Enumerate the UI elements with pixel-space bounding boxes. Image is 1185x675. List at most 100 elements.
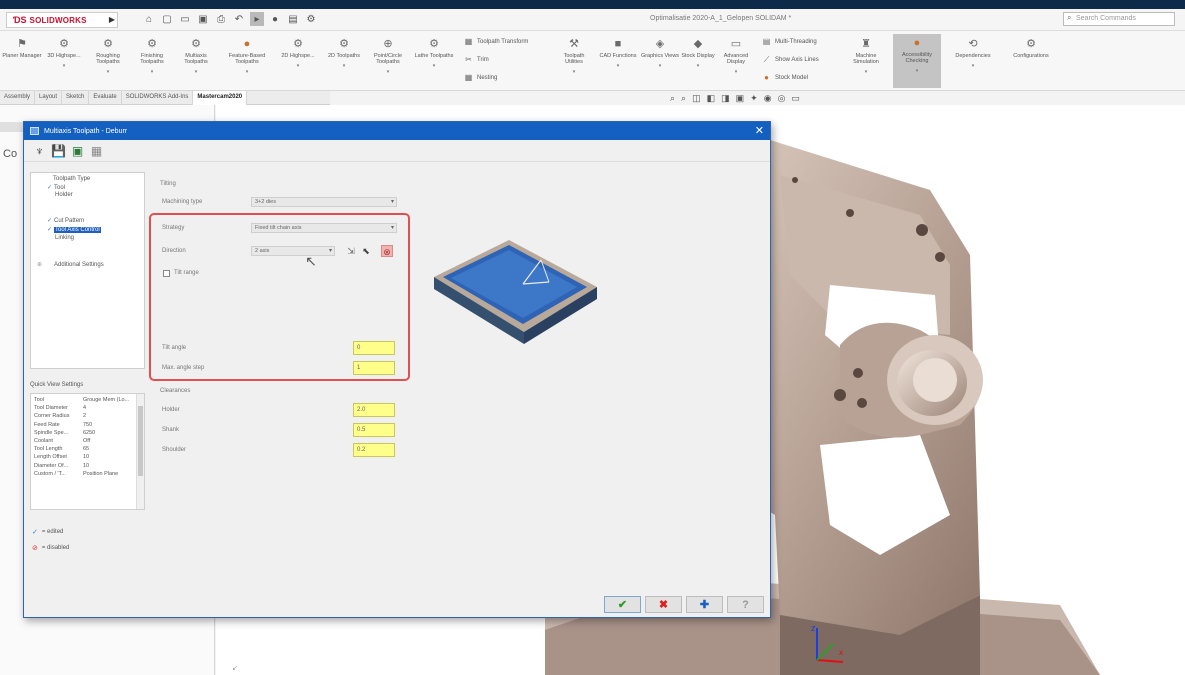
tree-item-holder[interactable]: Holder [55, 192, 73, 198]
ribbon-toolpath-utilities[interactable]: ⚒ Toolpath Utilities ▾ [554, 35, 594, 75]
ribbon-machine-simulation[interactable]: ♜ Machine Simulation ▾ [846, 35, 886, 75]
ribbon-show-axis-lines[interactable]: ⟋ Show Axis Lines [762, 55, 819, 65]
quick-access-toolbar: ⌂ ▢ ▭ ▣ ⎙ ↶ ▸ ● ▤ ⚙ [142, 11, 318, 27]
ribbon-toolpath-transform[interactable]: ▦ Toolpath Transform [464, 37, 529, 46]
max-angle-step-input[interactable]: 1 [353, 361, 395, 375]
save-icon[interactable]: ▣ [196, 12, 210, 26]
view-icon[interactable]: ▦ [89, 143, 104, 159]
strategy-select[interactable]: Fixed tilt chain axis ▾ [251, 223, 397, 233]
ribbon-nesting[interactable]: ▦ Nesting [464, 73, 498, 82]
direction-select[interactable]: 2 axis ▾ [251, 246, 335, 256]
tree-item-tool-axis-control[interactable]: ✓ Tool Axis Control [47, 226, 101, 233]
cancel-button[interactable]: ✖ [645, 596, 682, 613]
ribbon-3d-highspeed[interactable]: ⚙ 3D Highspe... ▾ [44, 35, 84, 69]
file-properties-icon[interactable]: ▤ [286, 12, 300, 26]
select-icon[interactable]: ▸ [250, 12, 264, 26]
tab-solidworks-add-ins[interactable]: SOLIDWORKS Add-Ins [122, 91, 194, 105]
search-commands-input[interactable]: Search Commands [1063, 12, 1175, 26]
hide-show-icon[interactable]: ✦ [750, 93, 758, 104]
apply-button[interactable]: ✚ [686, 596, 723, 613]
tab-mastercam[interactable]: Mastercam2020 [193, 91, 248, 105]
nesting-icon: ▦ [464, 73, 473, 82]
ribbon-multiaxis[interactable]: ⚙ Multiaxis Toolpaths ▾ [176, 35, 216, 75]
shoulder-clearance-label: Shoulder [162, 447, 187, 453]
shank-clearance-input[interactable]: 0.5 [353, 423, 395, 437]
tab-sketch[interactable]: Sketch [62, 91, 90, 105]
ribbon-advanced-display[interactable]: ▭ Advanced Display ▾ [716, 35, 756, 75]
shoulder-clearance-input[interactable]: 0.2 [353, 443, 395, 457]
ribbon-stock-model[interactable]: ● Stock Model [762, 73, 808, 82]
view-settings-icon[interactable]: ▭ [791, 93, 800, 104]
stock-model-icon: ● [764, 73, 769, 82]
ribbon-2d-highspeed[interactable]: ⚙ 2D Highspe... ▾ [278, 35, 318, 69]
tilt-range-checkbox[interactable] [163, 270, 170, 277]
strategy-highlight-box [149, 213, 410, 381]
solidworks-logo[interactable]: ƊS SOLIDWORKS ▶ [6, 12, 118, 28]
tree-item-cut-pattern[interactable]: ✓ Cut Pattern [47, 217, 84, 224]
quick-view-row: Length Offset 10 [34, 454, 90, 461]
ribbon-cad-functions[interactable]: ■ CAD Functions ▾ [598, 35, 638, 69]
ribbon-stock-display[interactable]: ◆ Stock Display ▾ [678, 35, 718, 69]
tool-icon[interactable]: ♆ [32, 143, 47, 159]
reverse-direction-icon[interactable]: ⊗ [381, 245, 393, 257]
ribbon-configurations[interactable]: ⚙ Configurations [1006, 35, 1056, 59]
view-orientation-icon[interactable]: ◨ [721, 93, 730, 104]
stock-display-icon: ◆ [693, 38, 703, 50]
disabled-icon: ⊘ [32, 545, 38, 552]
quick-view-row: Feed Rate 750 [34, 421, 93, 428]
scene-icon[interactable]: ◎ [778, 93, 786, 104]
tree-item-additional-settings[interactable]: ⊕ Additional Settings [37, 261, 104, 268]
ok-button[interactable]: ✔ [604, 596, 641, 613]
mouse-pointer-icon: ↖ [305, 253, 317, 269]
previous-view-icon[interactable]: ◫ [692, 93, 701, 104]
undo-icon[interactable]: ↶ [232, 12, 246, 26]
scrollbar-thumb[interactable] [138, 406, 143, 476]
tab-layout[interactable]: Layout [35, 91, 63, 105]
tree-item-toolpath-type[interactable]: Toolpath Type [37, 176, 90, 182]
ribbon-point-circle[interactable]: ⊕ Point/Circle Toolpaths ▾ [368, 35, 408, 75]
tilt-angle-input[interactable]: 0 [353, 341, 395, 355]
open-icon[interactable]: ▭ [178, 12, 192, 26]
display-style-icon[interactable]: ▣ [736, 93, 745, 104]
close-icon[interactable]: ✕ [755, 124, 764, 137]
options-icon[interactable]: ⚙ [304, 12, 318, 26]
cursor-select-icon[interactable]: ⬉ [360, 245, 372, 257]
save-icon[interactable]: 💾 [51, 143, 66, 159]
ribbon-dependencies[interactable]: ⟲ Dependencies ▾ [950, 35, 996, 69]
tree-item-tool[interactable]: ✓ Tool [47, 184, 65, 191]
save-as-icon[interactable]: ▣ [70, 143, 85, 159]
ribbon-finishing[interactable]: ⚙ Finishing Toolpaths ▾ [132, 35, 172, 75]
zoom-area-icon[interactable]: ⌕ [681, 93, 686, 104]
ribbon-roughing[interactable]: ⚙ Roughing Toolpaths ▾ [88, 35, 128, 75]
ribbon-trim[interactable]: ✂ Trim [464, 55, 489, 64]
ribbon-feature-based[interactable]: ● Feature-Based Toolpaths ▾ [222, 35, 272, 75]
dependencies-icon: ⟲ [968, 38, 978, 50]
ribbon-graphics-views[interactable]: ◈ Graphics Views ▾ [640, 35, 680, 69]
home-icon[interactable]: ⌂ [142, 12, 156, 26]
tree-item-linking[interactable]: Linking [55, 235, 74, 241]
help-button[interactable]: ? [727, 596, 764, 613]
settings-tree: Toolpath Type ✓ Tool Holder ✓ Cut Pattern … [30, 172, 145, 369]
machining-type-select[interactable]: 3+2 dies ▾ [251, 197, 397, 207]
svg-text:z: z [811, 623, 816, 633]
print-icon[interactable]: ⎙ [214, 12, 228, 26]
rebuild-icon[interactable]: ● [268, 12, 282, 26]
tab-assembly[interactable]: Assembly [0, 91, 36, 105]
lathe-icon: ⚙ [429, 38, 439, 50]
section-view-icon[interactable]: ◧ [707, 93, 716, 104]
ribbon-accessibility-checking[interactable]: ● Accessibility Checking ▾ [893, 34, 941, 88]
ribbon-planer-manager[interactable]: ⚑ Planer Manager [2, 35, 42, 59]
appearance-icon[interactable]: ◉ [764, 93, 772, 104]
ribbon-multi-threading[interactable]: ▤ Multi-Threading [762, 37, 817, 46]
tab-evaluate[interactable]: Evaluate [89, 91, 122, 105]
ribbon-2d-toolpaths[interactable]: ⚙ 2D Toolpaths ▾ [324, 35, 364, 69]
manager-icon: ⚑ [17, 38, 27, 50]
pick-direction-icon[interactable]: ⇲ [345, 245, 357, 257]
new-file-icon[interactable]: ▢ [160, 12, 174, 26]
ribbon-lathe[interactable]: ⚙ Lathe Toolpaths ▾ [414, 35, 454, 69]
graphics-icon: ◈ [655, 38, 665, 50]
quick-view-scrollbar[interactable] [136, 394, 144, 509]
zoom-fit-icon[interactable]: ⌕ [670, 93, 675, 104]
accessibility-icon: ● [913, 37, 921, 49]
holder-clearance-input[interactable]: 2.0 [353, 403, 395, 417]
